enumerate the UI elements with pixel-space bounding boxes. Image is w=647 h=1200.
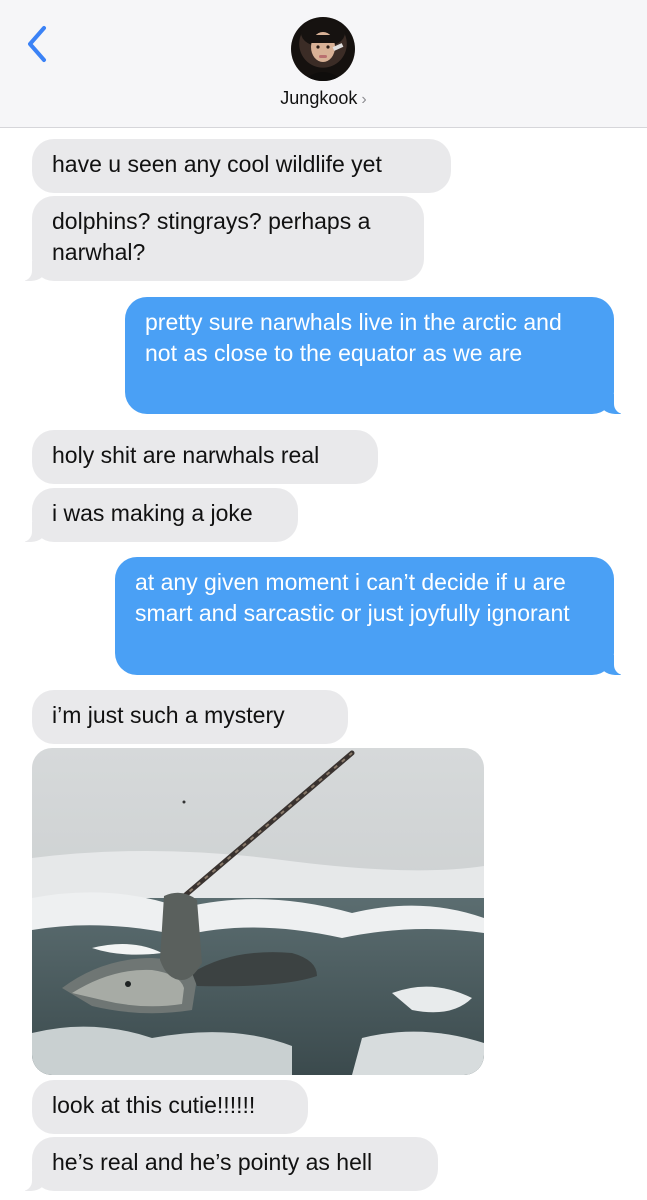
narwhal-photo[interactable]: [32, 748, 484, 1075]
message-bubble-incoming[interactable]: dolphins? stingrays? perhaps a narwhal?: [22, 196, 424, 281]
contact-name-button[interactable]: Jungkook ›: [0, 88, 647, 109]
message-text: i’m just such a mystery: [52, 702, 285, 728]
message-bubble-incoming[interactable]: have u seen any cool wildlife yet: [32, 139, 451, 193]
message-text: he’s real and he’s pointy as hell: [52, 1149, 373, 1175]
narwhal-image: [32, 748, 484, 1075]
chevron-left-icon: [28, 26, 46, 62]
conversation-header: Jungkook ›: [0, 0, 647, 128]
message-bubble-incoming[interactable]: look at this cutie!!!!!!: [32, 1080, 308, 1134]
avatar[interactable]: [291, 17, 355, 81]
contact-name: Jungkook: [280, 88, 358, 108]
message-bubble-incoming[interactable]: i was making a joke: [22, 488, 298, 542]
chevron-right-icon: ›: [361, 91, 367, 108]
message-bubble-incoming[interactable]: holy shit are narwhals real: [32, 430, 378, 484]
message-bubble-outgoing[interactable]: pretty sure narwhals live in the arctic …: [125, 297, 624, 414]
message-text: i was making a joke: [52, 500, 253, 526]
message-text: at any given moment i can’t decide if u …: [135, 569, 570, 626]
message-text: holy shit are narwhals real: [52, 442, 320, 468]
message-text: dolphins? stingrays? perhaps a narwhal?: [52, 208, 371, 265]
message-text: have u seen any cool wildlife yet: [52, 151, 382, 177]
message-bubble-outgoing[interactable]: at any given moment i can’t decide if u …: [115, 557, 624, 675]
message-bubble-incoming[interactable]: he’s real and he’s pointy as hell: [22, 1137, 438, 1191]
message-text: pretty sure narwhals live in the arctic …: [145, 309, 562, 366]
message-text: look at this cutie!!!!!!: [52, 1092, 256, 1118]
back-button[interactable]: [22, 24, 52, 64]
avatar-portrait: [301, 19, 345, 81]
message-bubble-incoming[interactable]: i’m just such a mystery: [32, 690, 348, 744]
